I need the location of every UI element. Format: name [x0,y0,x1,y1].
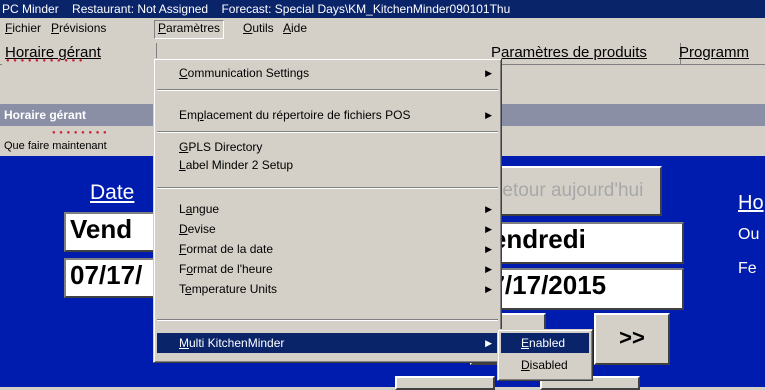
menu-previsions[interactable]: Prévisions [48,20,109,37]
open-label: Ou [738,226,760,243]
menu-fichier[interactable]: Fichier [2,20,44,37]
menu-outils-label: utils [252,21,274,35]
menu-previsions-label: révisions [59,21,107,35]
submenu-item-enabled[interactable]: Enabled [501,333,589,353]
mnemonic: D [179,222,188,236]
menu-item-multi-kitchenminder[interactable]: Multi KitchenMinder ▶ [157,333,498,353]
app-name: PC Minder [2,2,59,16]
submenu-arrow-icon: ▶ [485,264,492,274]
item-label-start: Em [179,108,197,122]
date-field-right: 07/17/2015 [470,268,684,310]
menu-aide[interactable]: Aide [280,20,310,37]
title-bar: PC Minder Restaurant: Not Assigned Forec… [0,0,765,18]
item-label-start: L [179,202,186,216]
menu-outils[interactable]: Outils [240,20,277,37]
decorative-dots: ● ● ● ● ● ● ● ● ● ● ● [6,58,84,64]
menu-item-devise[interactable]: Devise ▶ [157,219,498,239]
menu-bar: Fichier Prévisions Paramètres Outils Aid… [0,18,765,39]
menu-aide-label: ide [291,21,308,35]
item-label-end: rmat de l'heure [193,262,273,276]
item-label-end: ngue [192,202,220,216]
submenu-arrow-icon: ▶ [485,244,492,254]
bottom-button-1[interactable] [395,376,495,390]
submenu-item-disabled[interactable]: Disabled [501,355,589,375]
submenu-arrow-icon: ▶ [485,224,492,234]
item-label: ulti KitchenMinder [189,336,285,350]
item-label-end: mperature Units [191,282,278,296]
mnemonic: C [179,66,188,80]
multi-kitchenminder-submenu: Enabled Disabled [497,329,593,381]
mnemonic: E [521,336,530,350]
item-label: evise [187,222,216,236]
submenu-arrow-icon: ▶ [485,204,492,214]
menu-item-pos-directory[interactable]: Emplacement du répertoire de fichiers PO… [157,105,498,125]
parametres-dropdown: Communication Settings ▶ Emplacement du … [153,58,502,363]
tab-parametres-produits[interactable]: Paramètres de produits [488,43,681,65]
menu-fichier-label: ichier [12,21,42,35]
decorative-dots-2: ● ● ● ● ● ● ● ● [52,130,108,136]
item-label: isabled [529,358,568,372]
menu-item-label-minder-setup[interactable]: Label Minder 2 Setup [157,155,498,175]
forecast-status: Forecast: Special Days\KM_KitchenMinder0… [221,2,511,16]
menu-aide-mnemonic: A [283,21,292,35]
menu-separator [157,131,498,133]
menu-item-communication-settings[interactable]: Communication Settings ▶ [157,63,498,83]
menu-separator [157,319,498,321]
menu-parametres[interactable]: Paramètres [154,20,225,39]
menu-parametres-label: aramètres [166,21,221,35]
mnemonic: e [185,282,192,296]
day-field-right: Vendredi [470,222,684,264]
submenu-arrow-icon: ▶ [485,284,492,294]
mnemonic: M [179,336,189,350]
hours-heading: Ho [738,192,764,214]
item-label: abel Minder 2 Setup [185,158,294,172]
item-label: ormat de la date [186,242,274,256]
menu-item-date-format[interactable]: Format de la date ▶ [157,239,498,259]
item-label: ommunication Settings [187,66,310,80]
close-label: Fe [738,260,757,277]
mnemonic: G [179,140,189,154]
date-heading: Date [90,181,135,204]
next-day-button[interactable]: >> [594,313,670,365]
menu-separator [157,89,498,91]
submenu-arrow-icon: ▶ [485,338,492,348]
info-label: Que faire maintenant [4,140,107,152]
menu-parametres-mnemonic: P [158,21,167,35]
menu-item-gpls-directory[interactable]: GPLS Directory [157,137,498,157]
menu-outils-mnemonic: O [243,21,253,35]
menu-item-langue[interactable]: Langue ▶ [157,199,498,219]
item-label: nabled [529,336,566,350]
item-label-end: lacement du répertoire de fichiers POS [203,108,411,122]
mnemonic: p [197,108,204,122]
item-label: PLS Directory [188,140,263,154]
restaurant-status: Restaurant: Not Assigned [72,2,209,16]
mnemonic: D [521,358,530,372]
menu-item-time-format[interactable]: Format de l'heure ▶ [157,259,498,279]
menu-previsions-mnemonic: P [51,21,60,35]
menu-item-temperature-units[interactable]: Temperature Units ▶ [157,279,498,299]
tab-programmes[interactable]: Programm [676,43,765,65]
mnemonic: L [179,158,186,172]
submenu-arrow-icon: ▶ [485,110,492,120]
submenu-arrow-icon: ▶ [485,68,492,78]
menu-separator [157,187,498,189]
